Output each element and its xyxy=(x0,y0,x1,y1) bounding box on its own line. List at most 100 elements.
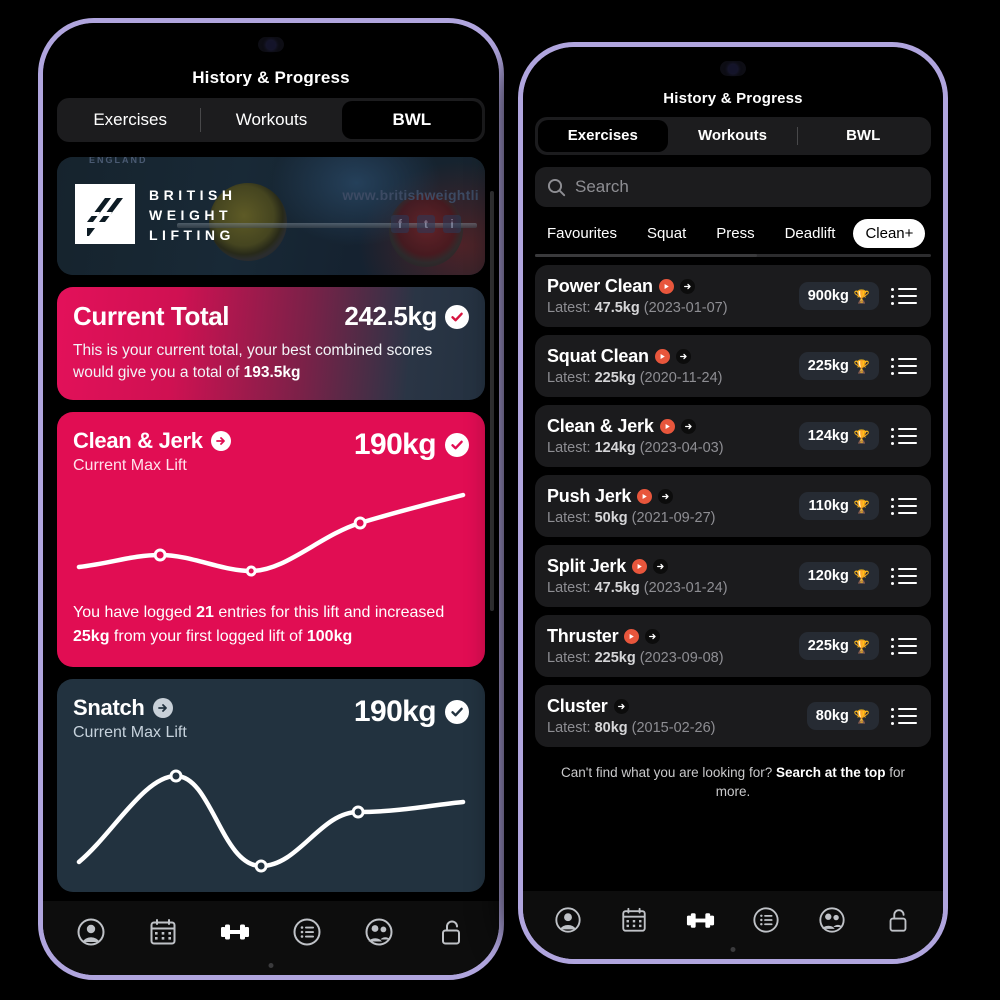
arrow-right-circle-icon[interactable] xyxy=(152,698,173,718)
phone-left-screen: History & Progress Exercises Workouts BW… xyxy=(43,23,499,975)
lift-card-snatch[interactable]: Snatch Current Max Lift 190kg xyxy=(57,679,485,892)
calendar-icon xyxy=(150,919,176,945)
exercise-name-row: Cluster xyxy=(547,696,807,717)
tab-community[interactable] xyxy=(362,915,396,949)
left-scroll-area[interactable]: ENGLAND BRITISH WEIGHT LIFTING www.briti… xyxy=(43,147,499,901)
chip-scroll-thumb[interactable] xyxy=(535,254,757,257)
tabbar-right[interactable] xyxy=(523,891,943,959)
arrow-right-circle-icon[interactable] xyxy=(679,279,695,294)
bwl-word-british: BRITISH xyxy=(149,187,237,203)
tab-bwl[interactable]: BWL xyxy=(798,120,928,152)
pr-badge[interactable]: 124kg 🏆 xyxy=(798,422,879,450)
segmented-control-left[interactable]: Exercises Workouts BWL xyxy=(57,98,485,142)
tab-workouts[interactable]: Workouts xyxy=(201,101,341,139)
exercise-latest: Latest: 80kg (2015-02-26) xyxy=(547,720,807,736)
chip-deadlift[interactable]: Deadlift xyxy=(773,219,848,248)
trophy-icon: 🏆 xyxy=(853,638,870,654)
history-list-icon[interactable] xyxy=(891,427,917,445)
arrow-right-circle-icon[interactable] xyxy=(645,629,661,644)
latest-weight: 80kg xyxy=(594,720,628,736)
tab-calendar[interactable] xyxy=(146,915,180,949)
current-total-card[interactable]: Current Total 242.5kg This is your curre… xyxy=(57,287,485,400)
play-circle-icon[interactable] xyxy=(659,419,675,434)
tab-calendar[interactable] xyxy=(617,903,651,937)
exercise-info: Power Clean Latest: 47.5kg (2023-01-07) xyxy=(547,276,799,316)
search-input[interactable]: Search xyxy=(575,177,629,197)
history-list-icon[interactable] xyxy=(891,357,917,375)
search-bar[interactable]: Search xyxy=(535,167,931,207)
pr-badge[interactable]: 80kg 🏆 xyxy=(806,702,879,730)
chip-squat[interactable]: Squat xyxy=(635,219,698,248)
tab-community[interactable] xyxy=(815,903,849,937)
exercise-name-row: Thruster xyxy=(547,626,799,647)
exercise-list[interactable]: Power Clean Latest: 47.5kg (2023-01-07) … xyxy=(523,265,943,747)
tab-list[interactable] xyxy=(749,903,783,937)
footer-entry-count: 21 xyxy=(196,604,214,621)
lift-card-clean-and-jerk[interactable]: Clean & Jerk Current Max Lift 190kg You … xyxy=(57,412,485,667)
category-chip-row[interactable]: Favourites Squat Press Deadlift Clean+ xyxy=(523,219,943,248)
bwl-url: www.britishweightli xyxy=(342,187,479,203)
pr-badge[interactable]: 225kg 🏆 xyxy=(798,632,879,660)
table-row[interactable]: Split Jerk Latest: 47.5kg (2023-01-24) 1… xyxy=(535,545,931,607)
arrow-right-circle-icon[interactable] xyxy=(653,559,669,574)
history-list-icon[interactable] xyxy=(891,287,917,305)
screenshot-stage: History & Progress Exercises Workouts BW… xyxy=(0,0,1000,1000)
history-list-icon[interactable] xyxy=(891,497,917,515)
tab-profile[interactable] xyxy=(551,903,585,937)
arrow-right-circle-icon[interactable] xyxy=(658,489,674,504)
lift-card-subtitle: Current Max Lift xyxy=(73,724,187,741)
tab-unlock[interactable] xyxy=(434,915,468,949)
pr-badge[interactable]: 120kg 🏆 xyxy=(798,562,879,590)
lift-card-subtitle: Current Max Lift xyxy=(73,457,187,474)
history-list-icon[interactable] xyxy=(891,637,917,655)
help-note-bold[interactable]: Search at the top xyxy=(776,765,886,780)
exercise-name-row: Push Jerk xyxy=(547,486,799,507)
arrow-right-circle-icon[interactable] xyxy=(613,699,629,714)
dumbbell-icon xyxy=(686,912,714,928)
table-row[interactable]: Thruster Latest: 225kg (2023-09-08) 225k… xyxy=(535,615,931,677)
lift-card-value-group: 190kg xyxy=(354,428,469,462)
table-row[interactable]: Squat Clean Latest: 225kg (2020-11-24) 2… xyxy=(535,335,931,397)
table-row[interactable]: Push Jerk Latest: 50kg (2021-09-27) 110k… xyxy=(535,475,931,537)
tab-bwl[interactable]: BWL xyxy=(341,101,482,139)
lift-card-name-row: Snatch xyxy=(73,695,187,721)
table-row[interactable]: Cluster Latest: 80kg (2015-02-26) 80kg 🏆 xyxy=(535,685,931,747)
table-row[interactable]: Power Clean Latest: 47.5kg (2023-01-07) … xyxy=(535,265,931,327)
play-circle-icon[interactable] xyxy=(658,279,674,294)
tab-exercises[interactable]: Exercises xyxy=(538,120,668,152)
exercise-latest: Latest: 47.5kg (2023-01-07) xyxy=(547,300,799,316)
play-circle-icon[interactable] xyxy=(632,559,648,574)
pr-badge[interactable]: 900kg 🏆 xyxy=(798,282,879,310)
play-circle-icon[interactable] xyxy=(654,349,670,364)
pr-value: 225kg xyxy=(807,358,849,374)
tab-list[interactable] xyxy=(290,915,324,949)
exercise-info: Squat Clean Latest: 225kg (2020-11-24) xyxy=(547,346,799,386)
arrow-right-circle-icon[interactable] xyxy=(210,431,231,451)
search-icon xyxy=(547,178,566,196)
tab-workouts[interactable]: Workouts xyxy=(668,120,798,152)
pr-badge[interactable]: 225kg 🏆 xyxy=(798,352,879,380)
chip-favourites[interactable]: Favourites xyxy=(535,219,629,248)
left-scrollbar[interactable] xyxy=(490,191,494,611)
latest-date: (2023-09-08) xyxy=(639,650,724,666)
segmented-control-right[interactable]: Exercises Workouts BWL xyxy=(535,117,931,155)
tab-workouts-active[interactable] xyxy=(218,915,252,949)
arrow-right-circle-icon[interactable] xyxy=(680,419,696,434)
chip-scroll-track[interactable] xyxy=(535,254,931,257)
history-list-icon[interactable] xyxy=(891,707,917,725)
arrow-right-circle-icon[interactable] xyxy=(675,349,691,364)
table-row[interactable]: Clean & Jerk Latest: 124kg (2023-04-03) … xyxy=(535,405,931,467)
tab-profile[interactable] xyxy=(74,915,108,949)
tab-workouts-active[interactable] xyxy=(683,903,717,937)
play-circle-icon[interactable] xyxy=(637,489,653,504)
history-list-icon[interactable] xyxy=(891,567,917,585)
pr-badge[interactable]: 110kg 🏆 xyxy=(799,492,879,520)
chip-clean[interactable]: Clean+ xyxy=(853,219,926,248)
tab-exercises[interactable]: Exercises xyxy=(60,101,200,139)
tab-unlock[interactable] xyxy=(881,903,915,937)
play-circle-icon[interactable] xyxy=(624,629,640,644)
bwl-banner[interactable]: ENGLAND BRITISH WEIGHT LIFTING www.briti… xyxy=(57,157,485,275)
chip-press[interactable]: Press xyxy=(704,219,766,248)
trophy-icon: 🏆 xyxy=(853,428,870,444)
tabbar-left[interactable] xyxy=(43,901,499,975)
